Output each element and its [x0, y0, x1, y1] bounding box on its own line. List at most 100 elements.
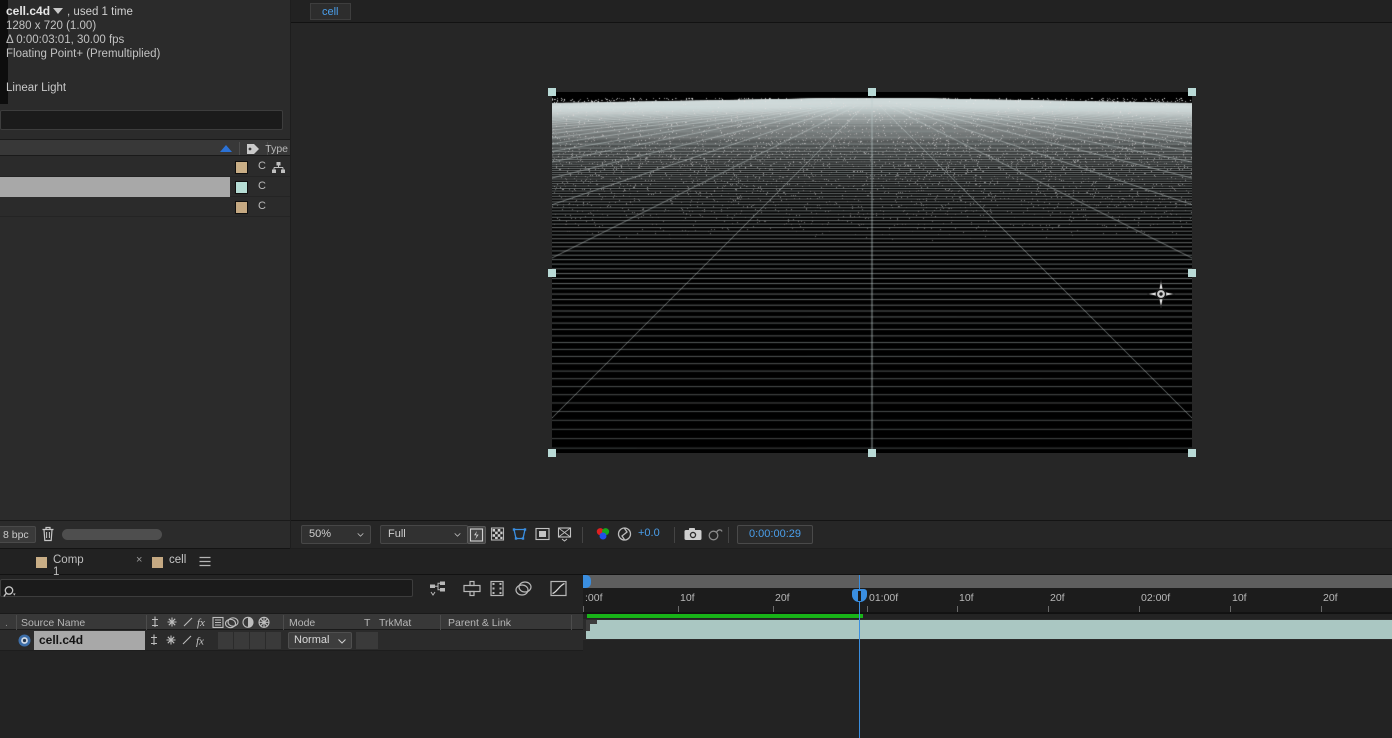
column-header-t[interactable]: T [364, 617, 370, 629]
selection-handle-middle-left[interactable] [548, 269, 556, 277]
chevron-down-icon [357, 533, 364, 537]
selection-handle-bottom-left[interactable] [548, 449, 556, 457]
timeline-layer-row[interactable]: cell.c4d fx Normal [0, 630, 583, 651]
column-header-parent-link[interactable]: Parent & Link [448, 617, 511, 629]
graph-editor-icon[interactable] [549, 580, 569, 598]
selection-handle-top-center[interactable] [868, 88, 876, 96]
close-icon[interactable]: × [136, 554, 142, 566]
layer-trkmat-cell[interactable] [356, 632, 378, 649]
ruler-tick-label: 10f [1232, 592, 1247, 604]
draft-3d-icon[interactable] [462, 580, 482, 598]
layer-blend-mode-select[interactable]: Normal [288, 632, 352, 649]
chevron-down-icon[interactable] [53, 8, 63, 14]
layer-stack-icon[interactable] [515, 580, 535, 598]
layer-switch-cell[interactable] [234, 632, 249, 649]
ruler-tick-label: 20f [1050, 592, 1065, 604]
timeline-search-input[interactable] [0, 579, 413, 597]
project-item-name-cell[interactable] [0, 197, 230, 217]
project-list-item-selected[interactable]: C [0, 177, 290, 197]
3d-grid-render [552, 92, 1192, 453]
toggle-checkerboard-icon[interactable] [489, 526, 508, 544]
bit-depth-button[interactable]: 8 bpc [0, 526, 36, 543]
layer-duration-bar[interactable] [586, 620, 1392, 639]
selection-handle-top-right[interactable] [1188, 88, 1196, 96]
playhead-knob-line [858, 591, 861, 601]
column-divider [239, 142, 240, 155]
ruler-tick-mark [867, 606, 868, 612]
project-column-header: Type [0, 139, 290, 156]
selection-handle-bottom-right[interactable] [1188, 449, 1196, 457]
timeline-tick-strip[interactable]: :00f 10f 20f 01:00f 10f 20f 02:00f 10f 20f [583, 589, 1392, 613]
ruler-tick-mark [583, 606, 584, 612]
resolution-select[interactable]: Full [380, 525, 468, 544]
toggle-3d-view-icon[interactable] [556, 526, 575, 544]
toggle-mask-guides-icon[interactable] [511, 526, 530, 544]
ruler-tick-label: 10f [959, 592, 974, 604]
ruler-tick-mark [678, 606, 679, 612]
selection-handle-top-left[interactable] [548, 88, 556, 96]
selection-handle-middle-right[interactable] [1188, 269, 1196, 277]
playhead[interactable] [859, 575, 860, 738]
column-header-type[interactable]: Type [265, 143, 288, 155]
video-visibility-toggle[interactable] [18, 634, 31, 647]
column-header-mode[interactable]: Mode [289, 617, 315, 629]
svg-text:fx: fx [197, 617, 205, 629]
project-item-color-swatch[interactable] [235, 161, 248, 174]
exposure-value[interactable]: +0.0 [638, 527, 660, 539]
column-header-trkmat[interactable]: TrkMat [379, 617, 411, 629]
selection-handle-bottom-center[interactable] [868, 449, 876, 457]
timeline-graph-area[interactable]: :00f 10f 20f 01:00f 10f 20f 02:00f 10f 20f [583, 575, 1392, 738]
panel-menu-icon[interactable] [199, 556, 211, 570]
composition-stage[interactable] [291, 23, 1392, 520]
motion-blur-film-icon[interactable] [489, 580, 509, 598]
project-item-color-swatch[interactable] [235, 181, 248, 194]
exposure-reset-icon[interactable] [616, 526, 635, 544]
layer-switch-cell[interactable] [250, 632, 265, 649]
project-item-duration: Δ 0:00:03:01, 30.00 fps [6, 33, 286, 47]
ruler-tick-label: 02:00f [1141, 592, 1170, 604]
channel-rgb-icon[interactable] [594, 526, 613, 544]
ruler-tick-mark [1230, 606, 1231, 612]
ruler-tick-mark [773, 606, 774, 612]
project-item-type: C [258, 160, 266, 172]
project-item-name-cell[interactable] [0, 177, 230, 197]
show-snapshot-icon[interactable] [707, 526, 726, 544]
layer-name-cell[interactable]: cell.c4d [34, 631, 145, 650]
take-snapshot-icon[interactable] [683, 526, 705, 544]
ruler-tick-label: :00f [585, 592, 603, 604]
timeline-layer-bars[interactable] [583, 613, 1392, 738]
label-tag-icon[interactable] [246, 143, 260, 155]
composition-render-area[interactable] [552, 92, 1192, 453]
project-list-item[interactable]: C [0, 197, 290, 217]
layer-switch-cell[interactable] [218, 632, 233, 649]
column-divider [440, 615, 441, 630]
tab-cell[interactable]: cell [310, 3, 351, 20]
delete-icon[interactable] [41, 526, 55, 547]
project-item-name: cell.c4d [6, 4, 50, 18]
work-area-bar[interactable] [583, 575, 1392, 589]
sort-ascending-icon[interactable] [220, 145, 232, 152]
ruler-tick-mark [957, 606, 958, 612]
project-search-input[interactable] [0, 110, 283, 130]
ruler-tick-label: 20f [775, 592, 790, 604]
project-item-color-swatch[interactable] [235, 201, 248, 214]
column-header-source-name[interactable]: Source Name [21, 617, 85, 629]
layer-name: cell.c4d [39, 633, 83, 647]
composition-mini-flowchart-icon[interactable] [428, 580, 448, 598]
timeline-ruler[interactable]: :00f 10f 20f 01:00f 10f 20f 02:00f 10f 20f [583, 575, 1392, 613]
ruler-tick-label: 10f [680, 592, 695, 604]
layer-switch-cell[interactable] [266, 632, 281, 649]
zoom-level-select[interactable]: 50% [301, 525, 371, 544]
project-horizontal-scrollbar[interactable] [62, 529, 162, 540]
toggle-title-action-safe-icon[interactable] [534, 526, 553, 544]
work-area-start-handle[interactable] [583, 575, 591, 588]
anchor-point-widget[interactable] [1146, 279, 1176, 314]
ruler-tick-mark [1321, 606, 1322, 612]
zoom-level-value: 50% [309, 528, 331, 540]
current-timecode[interactable]: 0:00:00:29 [737, 525, 813, 544]
toggle-transparency-grid-icon[interactable] [467, 526, 486, 544]
project-list-item[interactable]: C [0, 157, 290, 177]
tab-color-swatch [152, 557, 163, 568]
project-item-name-cell[interactable] [0, 157, 230, 177]
layer-switches: fx [148, 632, 278, 649]
